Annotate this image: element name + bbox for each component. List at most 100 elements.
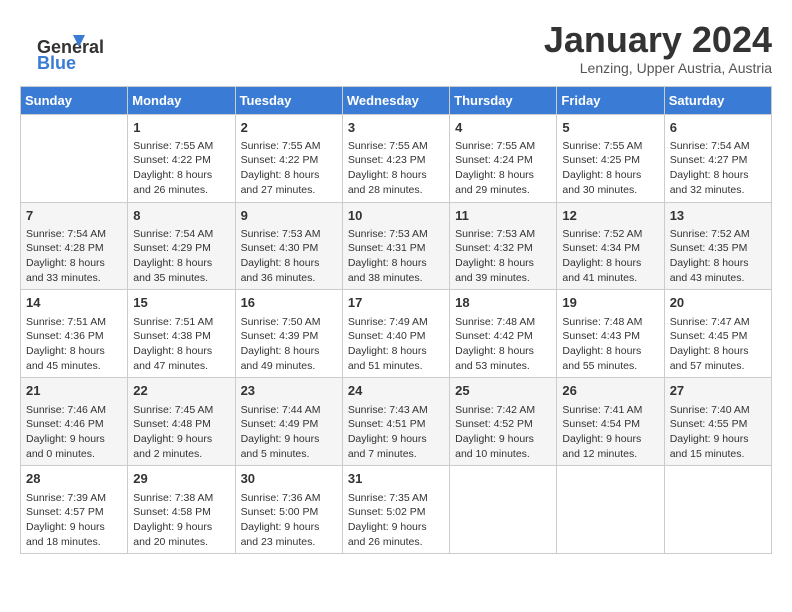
calendar-header-row: SundayMondayTuesdayWednesdayThursdayFrid…	[21, 86, 772, 114]
day-number: 14	[26, 294, 122, 312]
title-block: January 2024 Lenzing, Upper Austria, Aus…	[544, 20, 772, 76]
day-info: Sunrise: 7:45 AMSunset: 4:48 PMDaylight:…	[133, 403, 229, 462]
day-number: 24	[348, 382, 444, 400]
calendar-cell: 9 Sunrise: 7:53 AMSunset: 4:30 PMDaylight…	[235, 202, 342, 290]
day-info: Sunrise: 7:54 AMSunset: 4:27 PMDaylight:…	[670, 139, 766, 198]
calendar-cell	[557, 466, 664, 554]
day-number: 10	[348, 207, 444, 225]
day-number: 19	[562, 294, 658, 312]
calendar-cell: 2 Sunrise: 7:55 AMSunset: 4:22 PMDaylight…	[235, 114, 342, 202]
day-number: 21	[26, 382, 122, 400]
logo: General Blue	[20, 25, 100, 75]
day-info: Sunrise: 7:35 AMSunset: 5:02 PMDaylight:…	[348, 491, 444, 550]
day-info: Sunrise: 7:38 AMSunset: 4:58 PMDaylight:…	[133, 491, 229, 550]
day-number: 12	[562, 207, 658, 225]
calendar-cell: 18 Sunrise: 7:48 AMSunset: 4:42 PMDayligh…	[450, 290, 557, 378]
month-year: January 2024	[544, 20, 772, 60]
calendar-cell: 21 Sunrise: 7:46 AMSunset: 4:46 PMDayligh…	[21, 378, 128, 466]
calendar-cell: 25 Sunrise: 7:42 AMSunset: 4:52 PMDayligh…	[450, 378, 557, 466]
day-header-monday: Monday	[128, 86, 235, 114]
calendar-cell: 26 Sunrise: 7:41 AMSunset: 4:54 PMDayligh…	[557, 378, 664, 466]
calendar-cell: 3 Sunrise: 7:55 AMSunset: 4:23 PMDaylight…	[342, 114, 449, 202]
day-info: Sunrise: 7:47 AMSunset: 4:45 PMDaylight:…	[670, 315, 766, 374]
calendar-cell: 8Sunrise: 7:54 AMSunset: 4:29 PMDaylight…	[128, 202, 235, 290]
calendar-cell: 16 Sunrise: 7:50 AMSunset: 4:39 PMDayligh…	[235, 290, 342, 378]
calendar-cell: 14 Sunrise: 7:51 AMSunset: 4:36 PMDayligh…	[21, 290, 128, 378]
day-number: 22	[133, 382, 229, 400]
day-number: 2	[241, 119, 337, 137]
day-info: Sunrise: 7:40 AMSunset: 4:55 PMDaylight:…	[670, 403, 766, 462]
day-info: Sunrise: 7:49 AMSunset: 4:40 PMDaylight:…	[348, 315, 444, 374]
day-info: Sunrise: 7:54 AMSunset: 4:29 PMDaylight:…	[133, 227, 229, 286]
calendar-cell: 13Sunrise: 7:52 AMSunset: 4:35 PMDayligh…	[664, 202, 771, 290]
day-number: 3	[348, 119, 444, 137]
day-header-saturday: Saturday	[664, 86, 771, 114]
day-info: Sunrise: 7:55 AMSunset: 4:25 PMDaylight:…	[562, 139, 658, 198]
day-info: Sunrise: 7:55 AMSunset: 4:22 PMDaylight:…	[241, 139, 337, 198]
calendar-cell: 24 Sunrise: 7:43 AMSunset: 4:51 PMDayligh…	[342, 378, 449, 466]
calendar-cell: 5Sunrise: 7:55 AMSunset: 4:25 PMDaylight…	[557, 114, 664, 202]
day-number: 1	[133, 119, 229, 137]
week-row-3: 14 Sunrise: 7:51 AMSunset: 4:36 PMDayligh…	[21, 290, 772, 378]
calendar-cell: 17 Sunrise: 7:49 AMSunset: 4:40 PMDayligh…	[342, 290, 449, 378]
calendar-cell: 30 Sunrise: 7:36 AMSunset: 5:00 PMDayligh…	[235, 466, 342, 554]
day-info: Sunrise: 7:53 AMSunset: 4:32 PMDaylight:…	[455, 227, 551, 286]
day-number: 6	[670, 119, 766, 137]
calendar-cell: 19 Sunrise: 7:48 AMSunset: 4:43 PMDayligh…	[557, 290, 664, 378]
day-info: Sunrise: 7:44 AMSunset: 4:49 PMDaylight:…	[241, 403, 337, 462]
day-number: 28	[26, 470, 122, 488]
day-header-tuesday: Tuesday	[235, 86, 342, 114]
calendar-cell: 23 Sunrise: 7:44 AMSunset: 4:49 PMDayligh…	[235, 378, 342, 466]
calendar-cell: 20 Sunrise: 7:47 AMSunset: 4:45 PMDayligh…	[664, 290, 771, 378]
day-number: 25	[455, 382, 551, 400]
day-info: Sunrise: 7:52 AMSunset: 4:35 PMDaylight:…	[670, 227, 766, 286]
day-info: Sunrise: 7:53 AMSunset: 4:30 PMDaylight:…	[241, 227, 337, 286]
day-info: Sunrise: 7:52 AMSunset: 4:34 PMDaylight:…	[562, 227, 658, 286]
day-info: Sunrise: 7:55 AMSunset: 4:24 PMDaylight:…	[455, 139, 551, 198]
day-number: 26	[562, 382, 658, 400]
calendar-cell: 27 Sunrise: 7:40 AMSunset: 4:55 PMDayligh…	[664, 378, 771, 466]
week-row-2: 7 Sunrise: 7:54 AMSunset: 4:28 PMDaylight…	[21, 202, 772, 290]
calendar-cell: 15Sunrise: 7:51 AMSunset: 4:38 PMDayligh…	[128, 290, 235, 378]
day-number: 23	[241, 382, 337, 400]
day-number: 30	[241, 470, 337, 488]
calendar-table: SundayMondayTuesdayWednesdayThursdayFrid…	[20, 86, 772, 555]
calendar-cell: 29 Sunrise: 7:38 AMSunset: 4:58 PMDayligh…	[128, 466, 235, 554]
page-header: General Blue January 2024 Lenzing, Upper…	[20, 20, 772, 76]
day-number: 27	[670, 382, 766, 400]
day-info: Sunrise: 7:50 AMSunset: 4:39 PMDaylight:…	[241, 315, 337, 374]
day-number: 4	[455, 119, 551, 137]
day-info: Sunrise: 7:54 AMSunset: 4:28 PMDaylight:…	[26, 227, 122, 286]
location: Lenzing, Upper Austria, Austria	[544, 60, 772, 76]
day-info: Sunrise: 7:36 AMSunset: 5:00 PMDaylight:…	[241, 491, 337, 550]
day-number: 29	[133, 470, 229, 488]
day-info: Sunrise: 7:42 AMSunset: 4:52 PMDaylight:…	[455, 403, 551, 462]
day-info: Sunrise: 7:55 AMSunset: 4:22 PMDaylight:…	[133, 139, 229, 198]
day-info: Sunrise: 7:48 AMSunset: 4:42 PMDaylight:…	[455, 315, 551, 374]
day-info: Sunrise: 7:46 AMSunset: 4:46 PMDaylight:…	[26, 403, 122, 462]
day-number: 17	[348, 294, 444, 312]
day-info: Sunrise: 7:43 AMSunset: 4:51 PMDaylight:…	[348, 403, 444, 462]
day-info: Sunrise: 7:41 AMSunset: 4:54 PMDaylight:…	[562, 403, 658, 462]
day-info: Sunrise: 7:55 AMSunset: 4:23 PMDaylight:…	[348, 139, 444, 198]
calendar-cell: 28Sunrise: 7:39 AMSunset: 4:57 PMDayligh…	[21, 466, 128, 554]
day-header-wednesday: Wednesday	[342, 86, 449, 114]
calendar-cell: 4 Sunrise: 7:55 AMSunset: 4:24 PMDaylight…	[450, 114, 557, 202]
calendar-cell: 31 Sunrise: 7:35 AMSunset: 5:02 PMDayligh…	[342, 466, 449, 554]
logo-icon: General Blue	[20, 25, 100, 75]
calendar-cell: 11Sunrise: 7:53 AMSunset: 4:32 PMDayligh…	[450, 202, 557, 290]
day-number: 18	[455, 294, 551, 312]
day-number: 20	[670, 294, 766, 312]
day-number: 16	[241, 294, 337, 312]
week-row-1: 1 Sunrise: 7:55 AMSunset: 4:22 PMDaylight…	[21, 114, 772, 202]
day-number: 7	[26, 207, 122, 225]
day-info: Sunrise: 7:48 AMSunset: 4:43 PMDaylight:…	[562, 315, 658, 374]
day-header-friday: Friday	[557, 86, 664, 114]
day-number: 9	[241, 207, 337, 225]
day-header-thursday: Thursday	[450, 86, 557, 114]
day-info: Sunrise: 7:51 AMSunset: 4:36 PMDaylight:…	[26, 315, 122, 374]
calendar-cell: 22 Sunrise: 7:45 AMSunset: 4:48 PMDayligh…	[128, 378, 235, 466]
day-number: 31	[348, 470, 444, 488]
calendar-cell	[21, 114, 128, 202]
day-info: Sunrise: 7:53 AMSunset: 4:31 PMDaylight:…	[348, 227, 444, 286]
